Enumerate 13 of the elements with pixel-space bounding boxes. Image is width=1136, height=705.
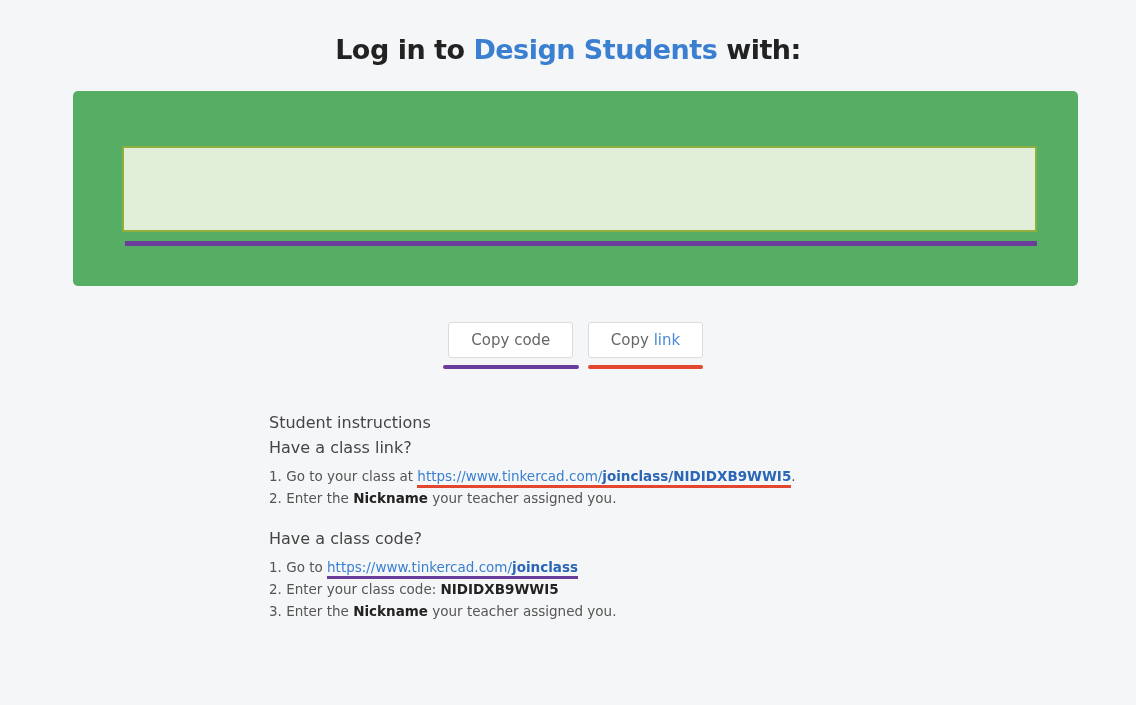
instruction-line: 2. Enter the Nickname your teacher assigned you. xyxy=(269,489,618,508)
class-link[interactable]: https://www.tinkercad.com/joinclass xyxy=(327,559,578,579)
instruction-line: 1. Go to your class at https://www.tinkercad.com/joinclass/NIDIDXB9WWI5. xyxy=(269,465,1136,487)
copy-button[interactable]: Copy link xyxy=(587,322,704,358)
class-link[interactable]: https://www.tinkercad.com/joinclass/NIDIDXB9WWI5 xyxy=(417,468,792,488)
instructions-heading: Student instructions xyxy=(269,413,432,432)
instruction-line: 2. Enter your class code: NIDIDXB9WWI5 xyxy=(269,580,560,599)
section-title: Have a class link? xyxy=(269,438,413,457)
instruction-line: 1. Go to https://www.tinkercad.com/joinclass xyxy=(269,556,1136,578)
copy-button[interactable]: Copy code xyxy=(448,322,574,358)
section-title: Have a class code? xyxy=(269,529,423,548)
page-title: Log in to Design Students with: xyxy=(334,33,802,65)
instruction-line: 3. Enter the Nickname your teacher assigned you. xyxy=(269,602,618,621)
